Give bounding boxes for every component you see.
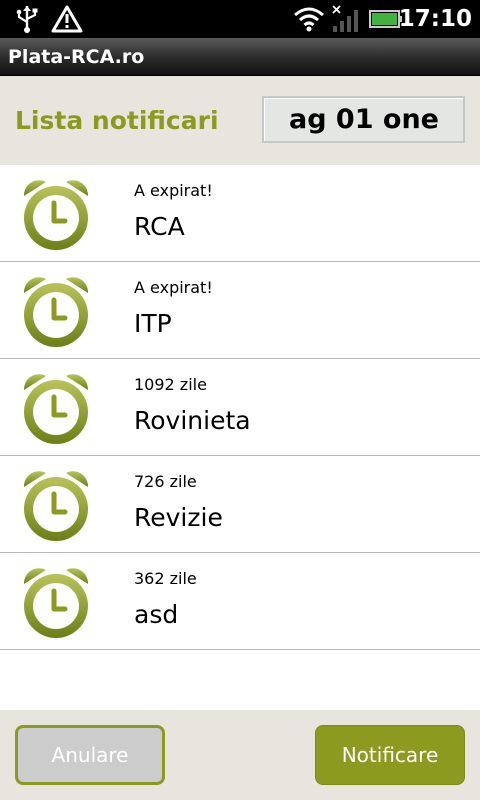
item-status: A expirat!	[134, 181, 213, 200]
item-status: 1092 zile	[134, 375, 207, 394]
list-header: Lista notificari ag 01 one	[0, 76, 480, 165]
footer-bar: Anulare Notificare	[0, 710, 480, 800]
list-item[interactable]: 726 zile Revizie	[0, 456, 480, 553]
status-bar: 17:10	[0, 0, 480, 38]
status-time: 17:10	[398, 6, 472, 32]
alarm-clock-icon	[20, 370, 92, 446]
item-status: A expirat!	[134, 278, 213, 297]
page-title: Lista notificari	[15, 106, 219, 135]
list-item[interactable]: 1092 zile Rovinieta	[0, 359, 480, 456]
app-title-bar: Plata-RCA.ro	[0, 38, 480, 76]
item-name: asd	[134, 600, 179, 629]
usb-icon	[10, 0, 44, 38]
plate-number-selector[interactable]: ag 01 one	[262, 96, 465, 143]
alarm-clock-icon	[20, 176, 92, 252]
wifi-icon	[290, 0, 328, 38]
item-name: RCA	[134, 212, 185, 241]
app-title: Plata-RCA.ro	[8, 46, 145, 68]
notify-button[interactable]: Notificare	[315, 725, 465, 785]
alarm-clock-icon	[20, 564, 92, 640]
list-item[interactable]: A expirat! RCA	[0, 165, 480, 262]
warning-icon	[50, 0, 84, 38]
item-name: Rovinieta	[134, 406, 251, 435]
list-item[interactable]: A expirat! ITP	[0, 262, 480, 359]
notification-list: A expirat! RCA A expirat! ITP 1092 zile …	[0, 165, 480, 650]
item-status: 362 zile	[134, 569, 197, 588]
item-status: 726 zile	[134, 472, 197, 491]
cancel-button[interactable]: Anulare	[15, 725, 165, 785]
list-item[interactable]: 362 zile asd	[0, 553, 480, 650]
alarm-clock-icon	[20, 467, 92, 543]
signal-icon	[330, 0, 362, 38]
item-name: Revizie	[134, 503, 223, 532]
alarm-clock-icon	[20, 273, 92, 349]
item-name: ITP	[134, 309, 172, 338]
